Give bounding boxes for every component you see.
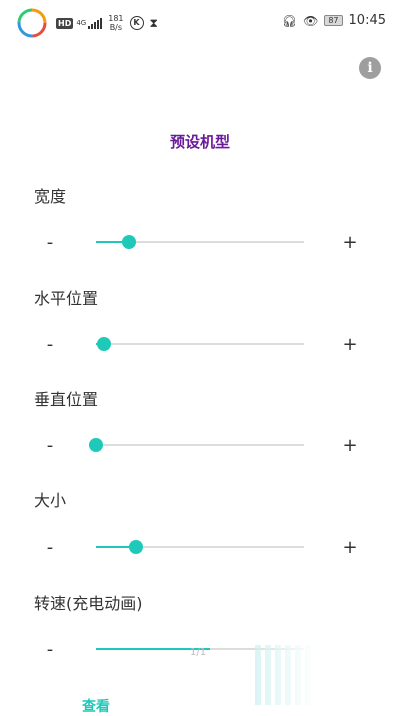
horizontal-plus-button[interactable]: + xyxy=(340,335,360,355)
hourglass-icon: ⧗ xyxy=(149,15,158,30)
size-minus-button[interactable]: - xyxy=(40,538,60,558)
page-title: 预设机型 xyxy=(169,133,230,151)
signal-icon xyxy=(88,17,103,29)
info-icon[interactable]: i xyxy=(359,57,381,79)
view-button[interactable]: 查看 xyxy=(82,696,110,716)
slider-label-vertical: 垂直位置 xyxy=(34,390,99,409)
vertical-slider-thumb[interactable] xyxy=(89,438,103,452)
size-plus-button[interactable]: + xyxy=(340,538,360,558)
app-ring-icon xyxy=(17,8,47,38)
speed-minus-button[interactable]: - xyxy=(40,640,60,660)
hd-icon: HD xyxy=(56,17,74,29)
vertical-plus-button[interactable]: + xyxy=(340,436,360,456)
slider-label-horizontal: 水平位置 xyxy=(34,289,99,308)
vertical-minus-button[interactable]: - xyxy=(40,436,60,456)
slider-label-width: 宽度 xyxy=(34,187,67,206)
horizontal-minus-button[interactable]: - xyxy=(40,335,60,355)
horizontal-slider-thumb[interactable] xyxy=(97,337,112,351)
slider-label-speed: 转速(充电动画) xyxy=(34,594,143,613)
network-type: 4G xyxy=(76,19,87,27)
size-slider-thumb[interactable] xyxy=(128,540,143,554)
network-speed-value: 181 xyxy=(108,14,124,23)
network-speed: 181 B/s xyxy=(108,14,123,32)
size-slider[interactable] xyxy=(96,540,304,554)
vertical-slider[interactable] xyxy=(89,438,304,452)
k-icon: K xyxy=(129,16,144,30)
width-slider[interactable] xyxy=(96,235,304,249)
battery-icon: 87 xyxy=(324,15,343,26)
headset-icon: 🎧︎ xyxy=(281,13,298,28)
eye-icon: 👁︎ xyxy=(303,13,319,28)
width-minus-button[interactable]: - xyxy=(40,233,60,253)
toast-text: 1/1 xyxy=(190,647,207,658)
width-slider-thumb[interactable] xyxy=(122,235,137,249)
slider-label-size: 大小 xyxy=(34,491,67,510)
network-speed-unit: B/s xyxy=(109,23,123,32)
horizontal-slider[interactable] xyxy=(96,337,304,351)
clock: 10:45 xyxy=(348,13,386,28)
width-plus-button[interactable]: + xyxy=(340,233,360,253)
fade-overlay xyxy=(255,632,400,710)
status-bar: HD 4G 181 B/s K ⧗ 🎧︎ 👁︎ 87 10:45 xyxy=(0,0,400,44)
